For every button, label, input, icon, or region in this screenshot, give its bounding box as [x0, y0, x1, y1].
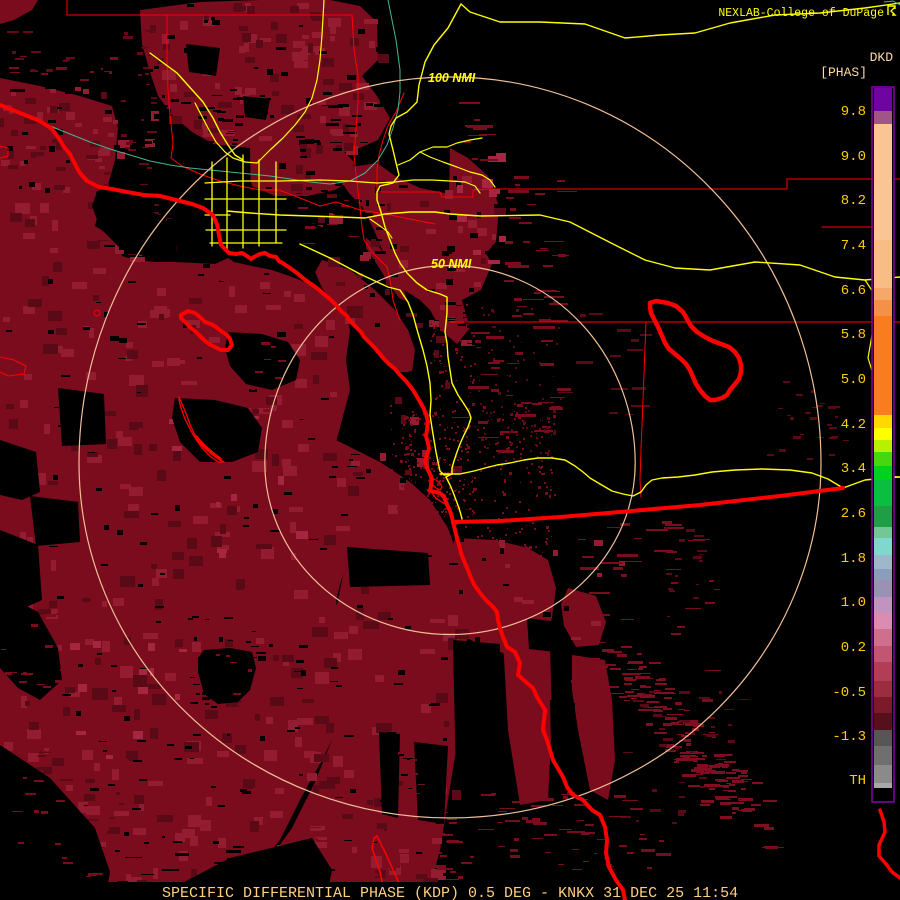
svg-text:9.0: 9.0: [841, 149, 866, 165]
svg-text:1.8: 1.8: [841, 551, 866, 567]
svg-text:-0.5: -0.5: [832, 685, 866, 701]
svg-text:100 NMI: 100 NMI: [428, 71, 476, 85]
svg-text:TH: TH: [849, 773, 866, 789]
svg-text:-1.3: -1.3: [832, 729, 866, 745]
svg-text:3.4: 3.4: [841, 461, 866, 477]
svg-text:DKD: DKD: [870, 50, 894, 65]
svg-text:5.0: 5.0: [841, 372, 866, 388]
svg-text:[PHAS]: [PHAS]: [820, 65, 867, 80]
svg-text:6.6: 6.6: [841, 283, 866, 299]
svg-text:NEXLAB-College of DuPage: NEXLAB-College of DuPage: [718, 7, 884, 20]
svg-text:4.2: 4.2: [841, 417, 866, 433]
svg-text:7.4: 7.4: [841, 238, 866, 254]
svg-text:5.8: 5.8: [841, 327, 866, 343]
svg-text:1.0: 1.0: [841, 595, 866, 611]
svg-text:9.8: 9.8: [841, 104, 866, 120]
svg-text:SPECIFIC DIFFERENTIAL PHASE (K: SPECIFIC DIFFERENTIAL PHASE (KDP) 0.5 DE…: [162, 885, 738, 900]
svg-text:0.2: 0.2: [841, 640, 866, 656]
svg-text:50 NMI: 50 NMI: [431, 257, 472, 271]
svg-text:8.2: 8.2: [841, 193, 866, 209]
svg-text:2.6: 2.6: [841, 506, 866, 522]
